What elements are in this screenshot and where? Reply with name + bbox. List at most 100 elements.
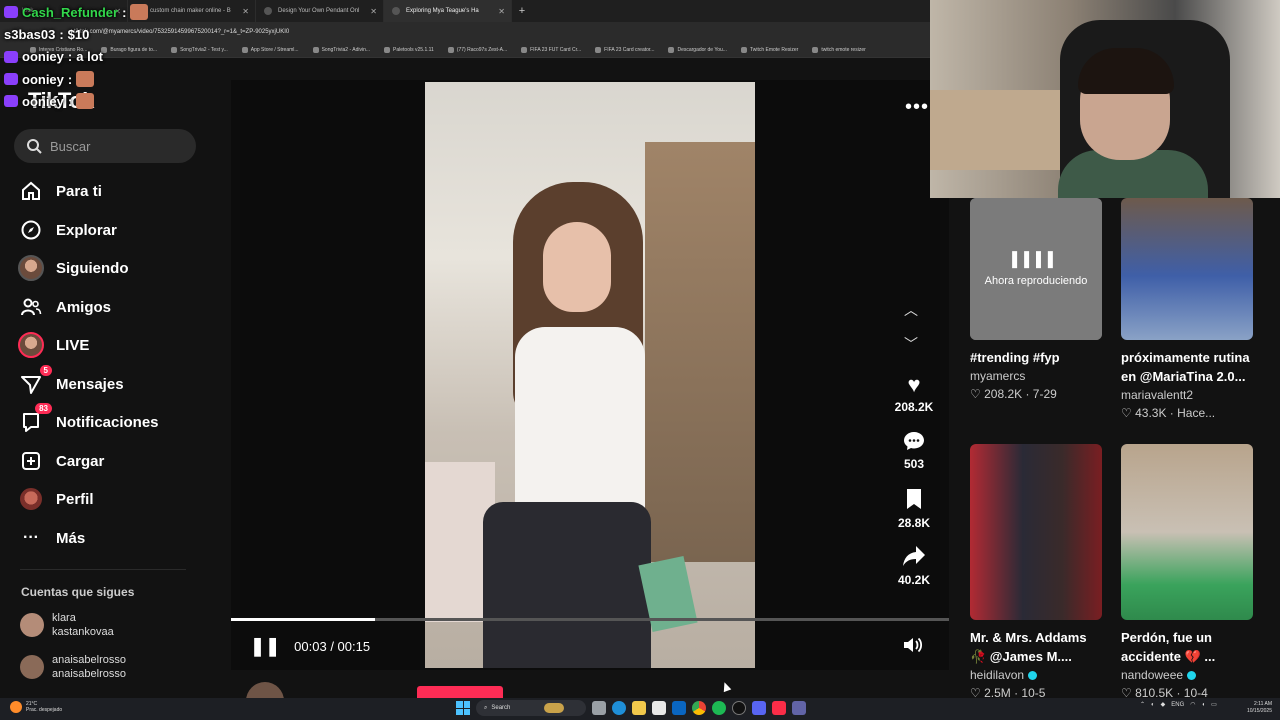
store-icon[interactable] — [652, 701, 666, 715]
video-author: mariavalentt2 — [1121, 388, 1194, 402]
bookmark[interactable]: SongTrivia2 - Adivin... — [312, 46, 370, 53]
related-video-card[interactable]: Perdón, fue un accidente 💔 ... nandoweee… — [1121, 444, 1253, 700]
share-button[interactable]: 40.2K — [888, 545, 940, 587]
video-frame[interactable] — [425, 82, 755, 668]
bookmark[interactable]: SongTrivia2 - Test y... — [171, 46, 228, 53]
music-icon[interactable] — [772, 701, 786, 715]
clock[interactable]: 2:11 AM 10/15/2025 — [1247, 701, 1272, 715]
nav-item-para-ti[interactable]: Para ti — [18, 176, 102, 206]
bookmark-icon — [888, 488, 940, 514]
browser-tab-active[interactable]: Exploring Mya Teague's Ha ✕ — [384, 0, 512, 22]
more-icon: ··· — [23, 529, 39, 546]
bookmark[interactable]: Twitch Emote Resizer — [740, 46, 798, 53]
chrome-icon[interactable] — [692, 701, 706, 715]
wifi-icon[interactable]: ◠ — [1190, 701, 1195, 708]
heart-icon: ♥ — [907, 372, 921, 397]
battery-icon[interactable]: ▭ — [1211, 701, 1217, 708]
task-view-icon[interactable] — [592, 701, 606, 715]
pause-icon[interactable]: ❚❚ — [250, 636, 280, 657]
bookmark[interactable]: (77) Raco97s Zest-A... — [447, 46, 507, 53]
nav-item-notificaciones[interactable]: 83 Notificaciones — [18, 403, 159, 437]
nav-item-perfil[interactable]: Perfil — [18, 484, 94, 514]
nav-item-explorar[interactable]: Explorar — [18, 215, 117, 245]
nav-item-mensajes[interactable]: 5 Mensajes — [18, 365, 124, 399]
search-highlight-icon — [544, 703, 565, 713]
clock-time: 2:11 AM — [1254, 701, 1272, 707]
spotify-icon[interactable] — [712, 701, 726, 715]
nav-item-label: Cargar — [56, 452, 105, 470]
video-title: próximamente rutina en @MariaTina 2.0... — [1121, 350, 1250, 384]
nav-item-label: Perfil — [56, 490, 94, 508]
comment-button[interactable]: 503 — [888, 429, 940, 471]
like-button[interactable]: ♥ 208.2K — [888, 372, 940, 414]
volume-icon[interactable] — [902, 636, 923, 659]
video-progress-bar[interactable] — [231, 618, 949, 621]
speaker-icon[interactable]: ◖ — [1202, 702, 1206, 708]
video-author: heidilavon — [970, 668, 1102, 682]
notifications-badge: 83 — [35, 403, 52, 414]
teams-icon[interactable] — [792, 701, 806, 715]
chat-badge-icon — [4, 95, 18, 107]
following-account[interactable]: klara kastankovaa — [20, 611, 114, 639]
bookmark[interactable]: Burago figura de to... — [101, 46, 157, 53]
tray-app-icon[interactable]: ◆ — [1161, 701, 1166, 708]
comment-count: 503 — [903, 457, 925, 471]
tab-close-icon[interactable]: ✕ — [242, 7, 249, 16]
video-title: #trending #fyp — [970, 350, 1060, 365]
discord-icon[interactable] — [752, 701, 766, 715]
nav-item-label: Mensajes — [56, 375, 124, 393]
steam-icon[interactable] — [732, 701, 746, 715]
tray-app-icon[interactable]: ◐ — [1151, 702, 1155, 708]
chevron-down-icon[interactable]: ﹀ — [904, 334, 918, 354]
weather-desc: Prac. despejado — [26, 707, 63, 713]
video-thumbnail — [970, 444, 1102, 620]
bookmark[interactable]: twitch emote resizer — [812, 46, 866, 53]
nav-item-label: Más — [56, 529, 86, 547]
new-tab-plus-icon[interactable]: + — [512, 5, 532, 17]
nav-item-mas[interactable]: ··· Más — [18, 523, 85, 553]
address-bar[interactable]: tiktok.com/@myamercs/video/7532591459967… — [0, 22, 930, 42]
nav-item-siguiendo[interactable]: Siguiendo — [18, 253, 129, 283]
bookmark-icon — [384, 46, 391, 53]
windows-start-icon[interactable] — [456, 701, 470, 715]
address-url[interactable]: tiktok.com/@myamercs/video/7532591459967… — [74, 29, 289, 35]
weather-widget[interactable]: 21°C Prac. despejado — [10, 701, 62, 713]
related-video-card[interactable]: Mr. & Mrs. Addams 🥀 @James M.... heidila… — [970, 444, 1102, 700]
chevron-up-icon[interactable]: ︿ — [904, 300, 918, 320]
bookmark[interactable]: App Store / Streaml... — [241, 46, 299, 53]
nav-item-amigos[interactable]: Amigos — [18, 292, 111, 322]
browser-tab[interactable]: Design Your Own Pendant Onl ✕ — [256, 0, 384, 22]
related-video-card[interactable]: ▌▌▌▌ Ahora reproduciendo #trending #fyp … — [970, 198, 1102, 401]
search-input[interactable] — [50, 138, 180, 154]
search-icon — [27, 139, 42, 154]
video-player[interactable] — [231, 80, 949, 670]
chat-badge-icon — [4, 50, 18, 63]
bookmark[interactable]: FIFA 23 Card creator... — [595, 46, 654, 53]
file-explorer-icon[interactable] — [632, 701, 646, 715]
edge-icon[interactable] — [612, 701, 626, 715]
bookmark[interactable]: FIFA 23 FUT Card Cr... — [521, 46, 581, 53]
taskbar-search[interactable]: ⌕ Search — [476, 700, 586, 716]
nav-item-live[interactable]: LIVE — [18, 330, 89, 360]
home-icon — [18, 178, 44, 204]
account-name: klara — [52, 612, 76, 624]
bookmark[interactable]: Descargador de You... — [668, 46, 727, 53]
outlook-icon[interactable] — [672, 701, 686, 715]
nav-item-cargar[interactable]: Cargar — [18, 446, 104, 476]
more-options-icon[interactable]: ••• — [905, 96, 929, 119]
following-account[interactable]: anaisabelrosso anaisabelrosso — [20, 653, 126, 681]
chevron-up-icon[interactable]: ⌃ — [1140, 701, 1145, 708]
bookmark[interactable]: Paletools v25.1.11 — [384, 46, 434, 53]
webcam-overlay — [930, 0, 1280, 198]
search-box[interactable] — [14, 129, 196, 163]
save-button[interactable]: 28.8K — [888, 488, 940, 530]
chat-badge-icon — [4, 6, 18, 18]
tab-label: Exploring Mya Teague's Ha — [406, 8, 479, 14]
tab-close-icon[interactable]: ✕ — [370, 7, 377, 16]
language-indicator[interactable]: ENG — [1171, 702, 1184, 708]
tab-close-icon[interactable]: ✕ — [498, 7, 505, 16]
related-video-card[interactable]: próximamente rutina en @MariaTina 2.0...… — [1121, 198, 1253, 420]
video-thumbnail: ▌▌▌▌ Ahora reproduciendo — [970, 198, 1102, 340]
bookmark-icon — [241, 46, 248, 53]
divider — [20, 569, 186, 570]
